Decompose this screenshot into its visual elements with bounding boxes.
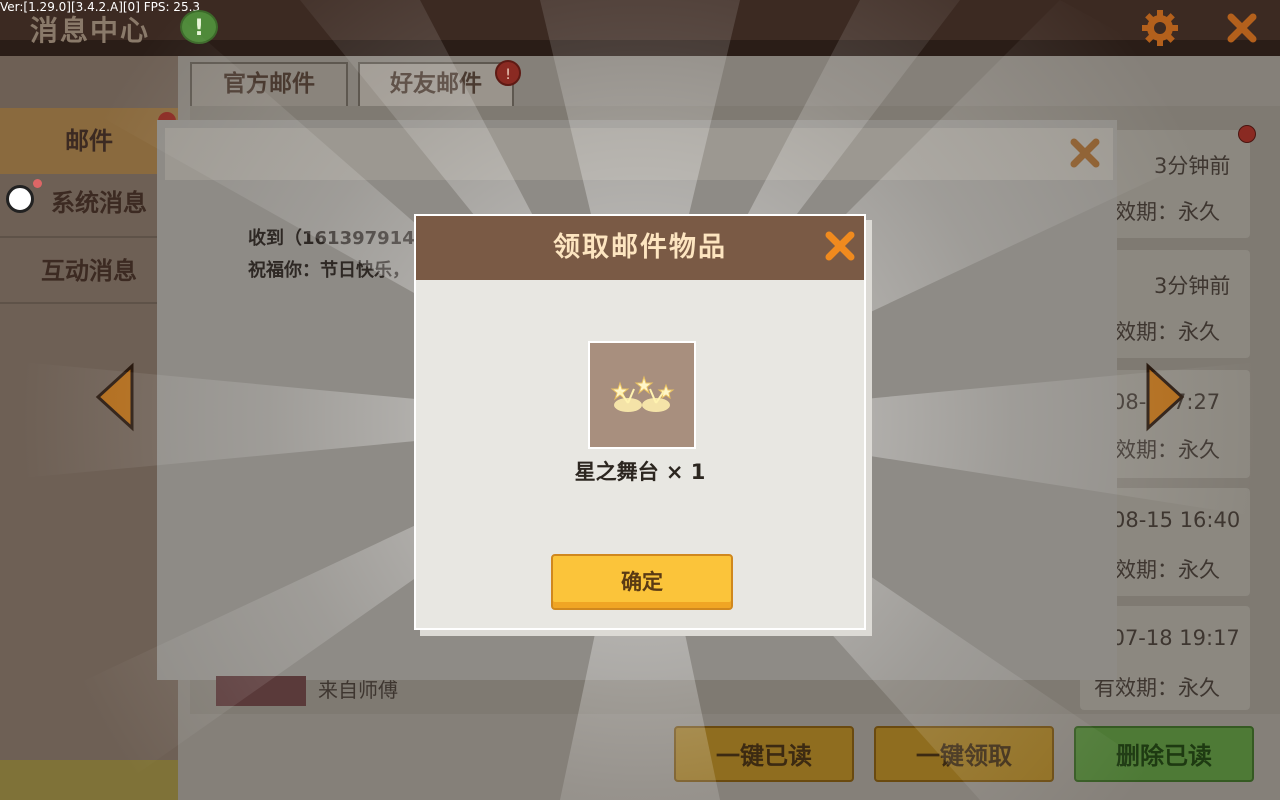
mail-time: 3分钟前	[1154, 154, 1231, 178]
sidebar-divider	[0, 302, 178, 304]
mail-time: 3分钟前	[1154, 274, 1231, 298]
sidebar-footer	[0, 760, 178, 800]
delete-read-button[interactable]: 删除已读	[1074, 726, 1254, 782]
confirm-button[interactable]: 确定	[551, 554, 733, 610]
reward-item-slot	[588, 341, 696, 449]
gear-icon[interactable]	[1140, 8, 1180, 48]
mark-all-read-button[interactable]: 一键已读	[674, 726, 854, 782]
toggle-indicator[interactable]	[6, 185, 34, 213]
arrow-left-icon[interactable]	[94, 362, 136, 432]
notification-dot	[33, 179, 42, 188]
mail-time: 08-15 16:40	[1112, 508, 1241, 532]
page-title: 消息中心	[30, 14, 151, 47]
mail-body-text: 祝福你：节日快乐，	[248, 260, 410, 281]
mail-from-label: 来自师傅	[318, 678, 398, 702]
info-button[interactable]: !	[180, 10, 218, 44]
arrow-right-icon[interactable]	[1144, 362, 1186, 432]
sidebar-item-interaction-messages[interactable]: 互动消息	[0, 238, 178, 304]
tab-alert-badge: !	[495, 60, 521, 86]
star-stage-item-icon	[610, 375, 675, 412]
debug-version-text: Ver:[1.29.0][3.4.2.A][0] FPS: 25.3	[0, 0, 201, 14]
reward-item-name: 星之舞台 × 1	[574, 460, 706, 484]
sidebar-item-label: 系统消息	[51, 189, 147, 217]
claim-all-button[interactable]: 一键领取	[874, 726, 1054, 782]
sidebar-item-mail[interactable]: 邮件	[0, 108, 178, 174]
mail-time: -07-18 19:17	[1104, 626, 1240, 650]
reward-dialog-title: 领取邮件物品	[553, 232, 727, 263]
tab-friend-mail[interactable]: 好友邮件	[358, 62, 514, 106]
unread-dot	[1238, 125, 1256, 143]
mail-detail-header	[165, 128, 1113, 180]
close-icon[interactable]	[822, 228, 858, 264]
close-icon[interactable]	[1066, 134, 1104, 172]
tab-official-mail[interactable]: 官方邮件	[190, 62, 348, 106]
mail-thumbnail	[216, 676, 306, 706]
close-icon[interactable]	[1224, 10, 1260, 46]
